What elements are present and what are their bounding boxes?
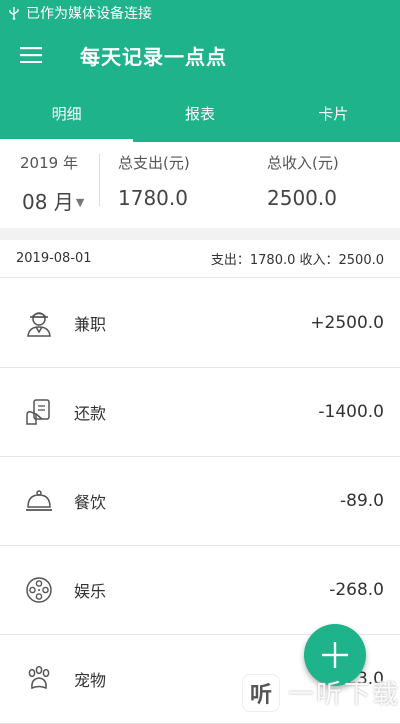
tab-cards[interactable]: 卡片 xyxy=(267,84,400,142)
usb-icon xyxy=(9,7,19,20)
status-bar: 已作为媒体设备连接 xyxy=(0,0,400,26)
watermark-logo: 听 xyxy=(242,673,280,712)
record-category: 还款 xyxy=(74,404,107,423)
record-amount: -89.0 xyxy=(340,491,384,511)
total-income-label: 总收入(元) xyxy=(267,154,339,172)
food-cloche-icon xyxy=(26,490,52,511)
record-amount: -1400.0 xyxy=(318,402,384,422)
record-category: 餐饮 xyxy=(74,493,107,512)
summary-divider xyxy=(99,154,100,206)
record-row[interactable]: 餐饮 -89.0 xyxy=(0,457,400,546)
record-category: 兼职 xyxy=(74,315,107,334)
total-income-value: 2500.0 xyxy=(267,186,337,210)
section-gap xyxy=(0,228,400,240)
watermark: 听 一听下载 xyxy=(242,673,400,712)
record-category: 宠物 xyxy=(74,671,107,690)
caret-down-icon: ▼ xyxy=(75,196,85,209)
total-expense-value: 1780.0 xyxy=(118,186,188,210)
film-reel-icon xyxy=(26,577,52,603)
paw-icon xyxy=(28,665,50,690)
day-header: 2019-08-01 支出：1780.0 收入：2500.0 xyxy=(0,240,400,278)
month-label: 08 月 xyxy=(22,190,74,214)
total-expense-label: 总支出(元) xyxy=(118,154,190,172)
record-row[interactable]: 娱乐 -268.0 xyxy=(0,546,400,635)
day-date: 2019-08-01 xyxy=(16,251,92,266)
app-title: 每天记录一点点 xyxy=(80,44,227,69)
tab-bar: 明细 报表 卡片 xyxy=(0,84,400,142)
tab-reports[interactable]: 报表 xyxy=(133,84,266,142)
day-totals: 支出：1780.0 收入：2500.0 xyxy=(210,253,384,268)
record-amount: -268.0 xyxy=(329,580,384,600)
record-row[interactable]: 还款 -1400.0 xyxy=(0,368,400,457)
record-row[interactable]: 兼职 +2500.0 xyxy=(0,279,400,368)
repayment-icon xyxy=(26,399,50,425)
watermark-text: 一听下载 xyxy=(288,680,400,710)
tab-details[interactable]: 明细 xyxy=(0,84,134,142)
status-text: 已作为媒体设备连接 xyxy=(26,6,152,22)
record-category: 娱乐 xyxy=(74,582,107,601)
summary-panel: 2019 年 08 月 ▼ 总支出(元) 1780.0 总收入(元) 2500.… xyxy=(0,142,400,229)
worker-icon xyxy=(27,312,51,337)
hamburger-icon xyxy=(20,47,42,63)
month-selector[interactable]: 08 月 ▼ xyxy=(22,186,84,215)
menu-button[interactable] xyxy=(0,26,62,84)
plus-icon xyxy=(322,642,348,668)
app-bar: 每天记录一点点 xyxy=(0,26,400,84)
year-selector[interactable]: 2019 年 xyxy=(20,152,78,173)
record-amount: +2500.0 xyxy=(310,313,384,333)
